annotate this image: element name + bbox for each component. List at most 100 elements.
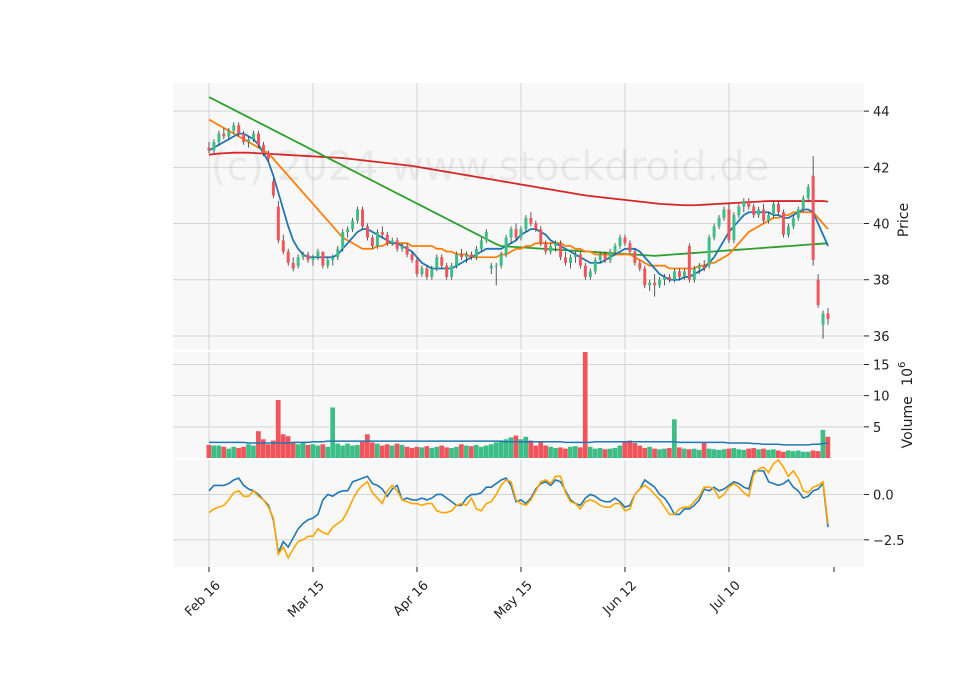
candle-body <box>702 265 706 269</box>
candle-body <box>212 142 216 151</box>
candle-body <box>455 254 459 266</box>
candle-body <box>811 175 815 261</box>
volume-bar <box>340 445 345 458</box>
candle-body <box>806 186 810 199</box>
volume-bar <box>533 445 539 458</box>
candle-body <box>583 265 587 277</box>
volume-bar <box>681 448 687 458</box>
candle-body <box>326 260 330 266</box>
volume-bar <box>746 448 751 458</box>
volume-bar <box>355 444 360 458</box>
candle-body <box>747 201 751 207</box>
candle-body <box>242 133 246 143</box>
candle-body <box>361 209 364 227</box>
candle-body <box>826 313 830 320</box>
candle-body <box>633 251 637 263</box>
candle-body <box>648 282 652 286</box>
candle-body <box>549 246 553 252</box>
candle-body <box>365 226 369 238</box>
volume-bar <box>543 445 548 458</box>
candle-body <box>469 254 473 258</box>
volume-bar <box>280 434 286 458</box>
volume-bar <box>330 407 336 458</box>
candle-body <box>781 212 785 235</box>
volume-bar <box>364 434 370 458</box>
candle-body <box>554 243 558 247</box>
volume-bar <box>577 447 583 458</box>
candle-body <box>484 231 488 241</box>
candle-body <box>653 282 657 286</box>
candle-body <box>717 217 721 227</box>
volume-bar <box>632 443 638 458</box>
price-y-tick-label: 44 <box>873 105 890 120</box>
volume-bar <box>260 439 266 458</box>
volume-bar <box>756 449 761 458</box>
volume-bar <box>335 443 340 458</box>
candle-body <box>341 231 345 249</box>
volume-bar <box>468 446 474 458</box>
candle-body <box>450 265 454 277</box>
volume-bar <box>810 450 816 458</box>
candle-body <box>573 254 577 258</box>
volume-y-tick-label: 5 <box>873 421 881 436</box>
price-axis-label: Price <box>896 203 912 237</box>
volume-bar <box>379 445 385 458</box>
volume-bar <box>776 450 781 458</box>
candle-body <box>390 240 394 244</box>
candle-body <box>544 243 548 252</box>
volume-y-tick-label: 10 <box>873 390 890 405</box>
candle-body <box>757 209 761 216</box>
candle-body <box>207 147 211 151</box>
candle-body <box>281 240 285 252</box>
candle-body <box>514 229 518 238</box>
volume-bar <box>795 450 801 458</box>
volume-bar <box>538 442 544 458</box>
volume-bar <box>295 444 301 458</box>
candle-body <box>227 130 231 137</box>
candle-body <box>351 220 355 230</box>
volume-bar <box>251 445 256 458</box>
x-tick-label: Apr 16 <box>391 578 432 619</box>
volume-bar <box>449 448 454 458</box>
volume-bar <box>513 435 519 458</box>
volume-bar <box>751 448 756 458</box>
volume-bar <box>488 444 494 458</box>
volume-bar <box>429 448 435 458</box>
candle-body <box>316 251 320 258</box>
candle-body <box>776 203 780 213</box>
candle-body <box>534 223 538 230</box>
candle-body <box>336 248 340 258</box>
candle-body <box>613 246 617 252</box>
candle-body <box>786 226 790 235</box>
candle-body <box>628 243 632 252</box>
candle-body <box>638 262 642 269</box>
volume-bar <box>459 444 464 458</box>
volume-bar <box>305 444 311 458</box>
candle-body <box>677 271 681 277</box>
candle-body <box>772 203 776 216</box>
x-tick-label: May 15 <box>492 578 536 622</box>
volume-bar <box>597 448 603 458</box>
x-tick-label: Feb 16 <box>182 578 224 620</box>
volume-bar <box>701 442 707 458</box>
candle-body <box>445 265 449 277</box>
candle-body <box>405 246 409 255</box>
candle-body <box>311 257 315 261</box>
volume-bar <box>716 449 722 458</box>
candle <box>732 212 736 244</box>
volume-bar <box>637 445 643 458</box>
volume-bar <box>439 445 444 458</box>
candle <box>643 265 647 289</box>
candle-body <box>395 240 399 249</box>
volume-bar <box>736 449 742 458</box>
volume-bar <box>360 441 365 458</box>
volume-bar <box>667 448 672 458</box>
volume-bar <box>825 436 831 458</box>
volume-bar <box>231 446 236 458</box>
volume-bar <box>785 450 791 458</box>
candle-body <box>752 206 756 216</box>
volume-bar <box>686 449 692 458</box>
volume-axis-label: Volume 106 <box>897 362 916 449</box>
candle-body <box>663 276 667 280</box>
volume-bar <box>553 448 558 458</box>
